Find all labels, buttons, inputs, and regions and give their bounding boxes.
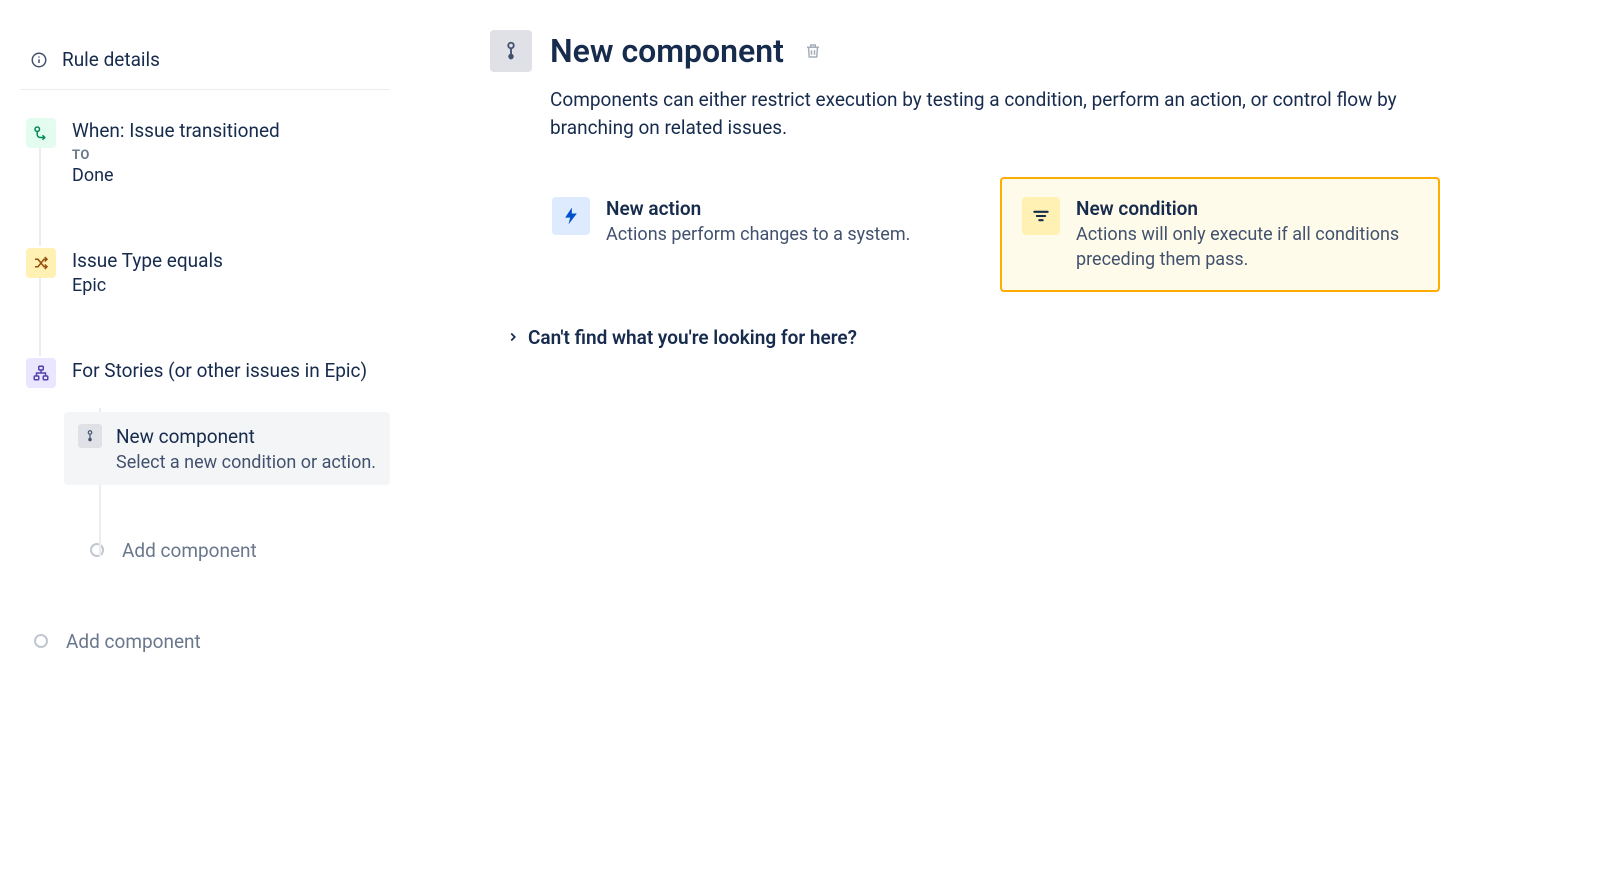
nested-branch-steps: New component Select a new condition or … [64,412,390,566]
add-circle-icon [90,543,104,557]
option-title: New condition [1076,197,1418,220]
connector-line [39,148,41,246]
option-desc: Actions perform changes to a system. [606,222,910,247]
chevron-right-icon [506,326,520,349]
component-icon [78,424,102,448]
add-component-label: Add component [66,630,201,653]
page-header: New component [490,30,1440,72]
page-description: Components can either restrict execution… [550,86,1440,141]
cant-find-expander[interactable]: Can't find what you're looking for here? [506,326,1440,349]
main-panel: New component Components can either rest… [400,0,1600,893]
step-new-component[interactable]: New component Select a new condition or … [64,412,390,485]
filter-icon [1022,197,1060,235]
page-title: New component [550,32,784,70]
delete-button[interactable] [802,40,824,62]
add-circle-icon [34,634,48,648]
rule-steps-list: When: Issue transitioned TO Done Issue T… [20,112,390,657]
step-title: When: Issue transitioned [72,118,384,144]
step-subtitle: Select a new condition or action. [116,452,376,473]
component-type-options: New action Actions perform changes to a … [530,177,1440,292]
step-title: Issue Type equals [72,248,384,274]
step-condition[interactable]: Issue Type equals Epic [24,242,390,303]
component-icon [490,30,532,72]
add-component-nested[interactable]: Add component [88,535,390,566]
rule-details-label: Rule details [62,48,160,71]
shuffle-icon [26,248,56,278]
rule-sidebar: Rule details When: Issue transitioned TO… [0,0,400,893]
step-branch[interactable]: For Stories (or other issues in Epic) [24,352,390,394]
option-new-action[interactable]: New action Actions perform changes to a … [530,177,970,292]
connector-line [39,278,41,357]
option-title: New action [606,197,910,220]
step-sublabel: TO [72,148,384,163]
add-component-label: Add component [122,539,257,562]
option-new-condition[interactable]: New condition Actions will only execute … [1000,177,1440,292]
step-subvalue: Epic [72,275,384,296]
step-title: For Stories (or other issues in Epic) [72,358,384,384]
step-subvalue: Done [72,165,384,186]
lightning-icon [552,197,590,235]
cant-find-label: Can't find what you're looking for here? [528,326,857,349]
trigger-icon [26,118,56,148]
info-icon [30,51,48,69]
step-title: New component [116,424,376,450]
option-desc: Actions will only execute if all conditi… [1076,222,1418,272]
step-trigger[interactable]: When: Issue transitioned TO Done [24,112,390,192]
rule-details-link[interactable]: Rule details [20,40,390,90]
branch-icon [26,358,56,388]
add-component-root[interactable]: Add component [32,626,390,657]
